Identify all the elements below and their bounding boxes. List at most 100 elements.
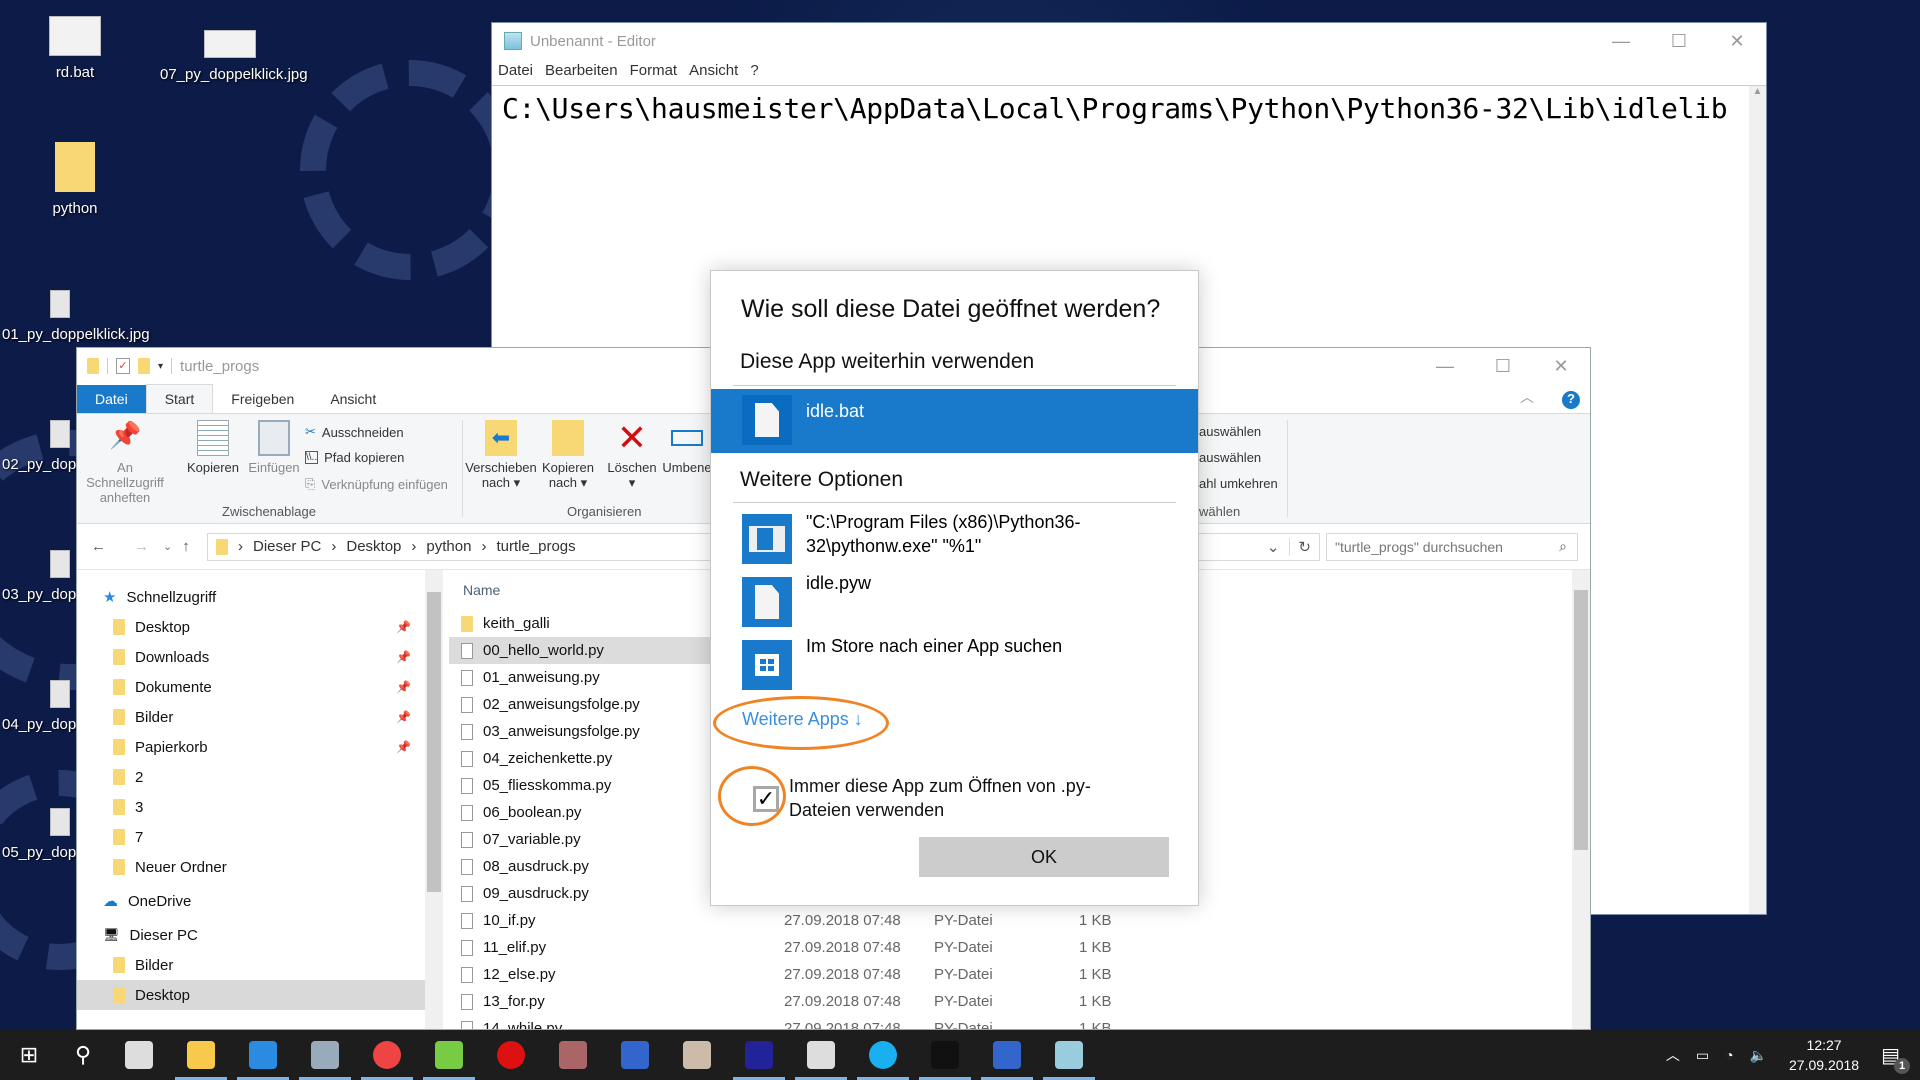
start-button[interactable]: ⊞ [0, 1030, 58, 1080]
desktop-icon-01-jpg[interactable]: 01_py_doppelklick.jpg [2, 290, 152, 343]
breadcrumb-item[interactable]: turtle_progs [496, 538, 575, 555]
taskbar-python-file-2[interactable] [790, 1030, 852, 1080]
menu-help[interactable]: ? [750, 62, 758, 79]
taskbar-notepad-plus-plus[interactable] [418, 1030, 480, 1080]
tree-item[interactable]: ★ Schnellzugriff [77, 582, 427, 612]
taskbar-opera[interactable] [480, 1030, 542, 1080]
file-row[interactable]: 10_if.py 27.09.2018 07:48 PY-Datei 1 KB [449, 907, 1570, 934]
back-button[interactable]: ← [91, 538, 106, 555]
minimize-button[interactable]: — [1592, 23, 1650, 59]
rename-button[interactable]: Umbene [659, 414, 715, 475]
navigation-scrollbar[interactable] [425, 570, 443, 1029]
tree-item[interactable]: Neuer Ordner [77, 852, 427, 882]
vertical-scrollbar[interactable]: ▲ [1749, 86, 1766, 914]
properties-icon[interactable]: ✓ [116, 358, 130, 374]
menu-datei[interactable]: Datei [498, 62, 533, 79]
taskbar-remote-desktop[interactable] [976, 1030, 1038, 1080]
breadcrumb-item[interactable]: python [426, 538, 471, 555]
menu-ansicht[interactable]: Ansicht [689, 62, 738, 79]
taskbar-python-file[interactable] [108, 1030, 170, 1080]
pin-icon[interactable]: 📌 [396, 680, 411, 694]
tree-item[interactable]: 🖥 Dieser PC [77, 920, 427, 950]
desktop-icon-04-jpg[interactable]: 04_py_dop [2, 680, 82, 733]
taskbar-file-explorer[interactable] [170, 1030, 232, 1080]
paste-shortcut-button[interactable]: ⎘ Verknüpfung einfügen [305, 476, 448, 492]
action-center-button[interactable]: ▤ 1 [1881, 1043, 1910, 1074]
maximize-button[interactable]: ☐ [1650, 23, 1708, 59]
desktop-icon-05-jpg[interactable]: 05_py_dop [2, 808, 82, 861]
app-option-store[interactable]: Im Store nach einer App suchen [711, 634, 1198, 698]
file-row[interactable]: 14_while.py 27.09.2018 07:48 PY-Datei 1 KB [449, 1015, 1570, 1029]
scroll-thumb[interactable] [427, 592, 441, 892]
address-dropdown-icon[interactable]: ⌄ [1267, 538, 1280, 556]
notepad-titlebar[interactable]: Unbenannt - Editor [492, 23, 1766, 59]
app-option-idle-pyw[interactable]: idle.pyw [711, 571, 1198, 635]
close-button[interactable]: ✕ [1532, 348, 1590, 384]
delete-button[interactable]: ✕ Löschen ▾ [607, 414, 657, 491]
invert-selection-button[interactable]: ahl umkehren [1199, 476, 1278, 491]
recent-dropdown-icon[interactable]: ⌄ [163, 540, 172, 553]
tree-item[interactable]: Desktop [77, 980, 427, 1010]
tab-ansicht[interactable]: Ansicht [312, 385, 394, 413]
show-hidden-icons[interactable]: ︿ [1666, 1045, 1680, 1065]
taskbar-cmd[interactable] [914, 1030, 976, 1080]
file-row[interactable]: 13_for.py 27.09.2018 07:48 PY-Datei 1 KB [449, 988, 1570, 1015]
copy-to-button[interactable]: Kopieren nach ▾ [537, 414, 599, 491]
pin-icon[interactable]: 📌 [396, 710, 411, 724]
taskbar-eclipse[interactable] [728, 1030, 790, 1080]
file-row[interactable]: 11_elif.py 27.09.2018 07:48 PY-Datei 1 KB [449, 934, 1570, 961]
menu-format[interactable]: Format [630, 62, 678, 79]
maximize-button[interactable]: ☐ [1474, 348, 1532, 384]
app-option-pythonw[interactable]: "C:\Program Files (x86)\Python36-32\pyth… [711, 508, 1198, 572]
tree-item[interactable]: ☁ OneDrive [77, 886, 427, 916]
new-folder-icon[interactable] [138, 358, 150, 374]
cut-button[interactable]: ✂ Ausschneiden [305, 424, 404, 440]
taskbar-3d-app[interactable] [542, 1030, 604, 1080]
search-input[interactable]: "turtle_progs" durchsuchen ⌕ [1326, 532, 1578, 561]
refresh-icon[interactable]: ↻ [1289, 537, 1319, 556]
taskbar-magnifier[interactable] [294, 1030, 356, 1080]
quick-access-dropdown-icon[interactable]: ▾ [158, 361, 163, 372]
app-option-idle-bat[interactable]: idle.bat [711, 389, 1198, 453]
taskbar-skype[interactable] [852, 1030, 914, 1080]
taskbar-chrome[interactable] [356, 1030, 418, 1080]
pin-icon[interactable]: 📌 [396, 740, 411, 754]
taskbar-paint[interactable] [666, 1030, 728, 1080]
volume-icon[interactable]: 🔈 [1750, 1047, 1767, 1064]
notepad-content[interactable]: C:\Users\hausmeister\AppData\Local\Progr… [492, 86, 1766, 131]
menu-bearbeiten[interactable]: Bearbeiten [545, 62, 618, 79]
taskbar-control-panel[interactable] [232, 1030, 294, 1080]
desktop-icon-07-jpg[interactable]: 07_py_doppelklick.jpg [160, 30, 308, 83]
select-none-button[interactable]: auswählen [1199, 450, 1261, 465]
file-list-scrollbar[interactable] [1572, 570, 1590, 1029]
desktop-icon-python[interactable]: python [10, 142, 140, 217]
search-button[interactable]: ⚲ [58, 1030, 108, 1080]
up-button[interactable]: ↑ [182, 538, 190, 555]
taskbar-notepad[interactable] [1038, 1030, 1100, 1080]
pin-quick-access-button[interactable]: 📌 An Schnellzugriff anheften [81, 414, 169, 505]
breadcrumb-item[interactable]: Desktop [346, 538, 401, 555]
tree-item[interactable]: Dokumente 📌 [77, 672, 427, 702]
close-button[interactable]: ✕ [1708, 23, 1766, 59]
tab-datei[interactable]: Datei [77, 385, 146, 413]
clock[interactable]: 12:27 27.09.2018 [1789, 1035, 1859, 1075]
tree-item[interactable]: 7 [77, 822, 427, 852]
copy-button[interactable]: Kopieren [185, 414, 241, 475]
collapse-ribbon-icon[interactable]: ︿ [1502, 381, 1552, 413]
copy-path-button[interactable]: \\.. Pfad kopieren [305, 450, 404, 465]
tree-item[interactable]: Desktop 📌 [77, 612, 427, 642]
move-to-button[interactable]: ⬅ Verschieben nach ▾ [465, 414, 537, 491]
file-row[interactable]: 12_else.py 27.09.2018 07:48 PY-Datei 1 KB [449, 961, 1570, 988]
tree-item[interactable]: Downloads 📌 [77, 642, 427, 672]
desktop-icon-03-jpg[interactable]: 03_py_dop [2, 550, 82, 603]
tree-item[interactable]: 2 [77, 762, 427, 792]
desktop-icon-02-jpg[interactable]: 02_py_dop [2, 420, 82, 473]
select-all-button[interactable]: auswählen [1199, 424, 1261, 439]
tab-start[interactable]: Start [145, 384, 214, 413]
desktop-icon-rd-bat[interactable]: rd.bat [10, 16, 140, 81]
minimize-button[interactable]: — [1416, 348, 1474, 384]
tab-freigeben[interactable]: Freigeben [213, 385, 312, 413]
paste-button[interactable]: Einfügen [245, 414, 303, 475]
pin-icon[interactable]: 📌 [396, 650, 411, 664]
ok-button[interactable]: OK [919, 837, 1169, 877]
